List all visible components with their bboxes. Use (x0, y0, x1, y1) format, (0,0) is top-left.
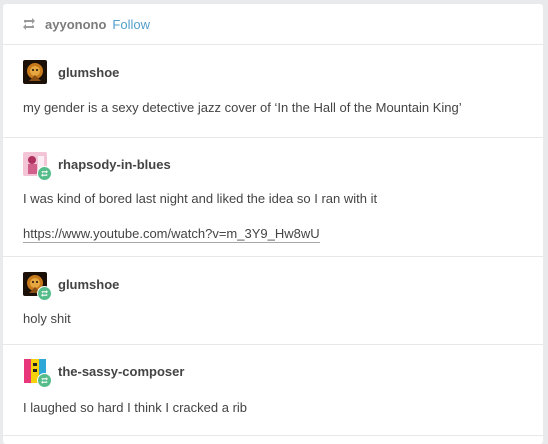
entry-username[interactable]: glumshoe (58, 65, 119, 80)
entry-username[interactable]: the-sassy-composer (58, 364, 184, 379)
reblog-entry: rhapsody-in-blues I was kind of bored la… (3, 138, 543, 257)
reblog-badge-icon (37, 166, 52, 181)
entry-text: I laughed so hard I think I cracked a ri… (23, 400, 248, 415)
entry-text: holy shit (23, 311, 71, 326)
youtube-link[interactable]: https://www.youtube.com/watch?v=m_3Y9_Hw… (23, 226, 320, 243)
entry-text: my gender is a sexy detective jazz cover… (23, 100, 462, 115)
follow-button[interactable]: Follow (112, 17, 150, 32)
entry-text: I was kind of bored last night and liked… (23, 191, 378, 206)
reblog-badge-icon (37, 286, 52, 301)
colorful-avatar-icon[interactable] (23, 359, 52, 388)
post-card: ayyonono Follow glumshoe my gender is a … (3, 4, 543, 444)
reblog-entry: glumshoe my gender is a sexy detective j… (3, 45, 543, 138)
reblog-icon (21, 17, 37, 31)
reblog-badge-icon (37, 373, 52, 388)
post-header: ayyonono Follow (3, 4, 543, 45)
entry-username[interactable]: rhapsody-in-blues (58, 157, 171, 172)
lion-avatar-icon[interactable] (23, 272, 52, 301)
reblog-entry: the-sassy-composer I laughed so hard I t… (3, 345, 543, 436)
reblog-entry: glumshoe holy shit (3, 257, 543, 345)
pink-figure-avatar-icon[interactable] (23, 152, 52, 181)
lion-avatar-icon[interactable] (23, 60, 47, 84)
entry-username[interactable]: glumshoe (58, 277, 119, 292)
post-author-name[interactable]: ayyonono (45, 17, 106, 32)
